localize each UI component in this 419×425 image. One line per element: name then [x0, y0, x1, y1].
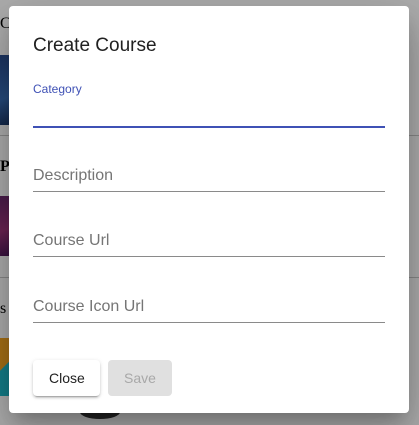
course-icon-url-input[interactable] — [33, 295, 385, 319]
close-button[interactable]: Close — [33, 360, 100, 396]
course-icon-url-underline — [33, 322, 385, 323]
category-field: Category — [33, 82, 385, 130]
description-input[interactable] — [33, 164, 385, 188]
category-label: Category — [33, 82, 82, 96]
save-button[interactable]: Save — [108, 360, 172, 396]
category-input[interactable] — [33, 100, 385, 124]
dialog-actions: Close Save — [33, 360, 172, 396]
course-url-input[interactable] — [33, 229, 385, 253]
course-url-underline — [33, 256, 385, 257]
course-icon-url-field — [33, 295, 385, 325]
course-url-field — [33, 229, 385, 259]
create-course-dialog: Create Course Category Close Save — [9, 6, 409, 413]
dialog-title: Create Course — [33, 35, 157, 56]
description-underline — [33, 191, 385, 192]
category-underline — [33, 126, 385, 128]
description-field — [33, 164, 385, 194]
